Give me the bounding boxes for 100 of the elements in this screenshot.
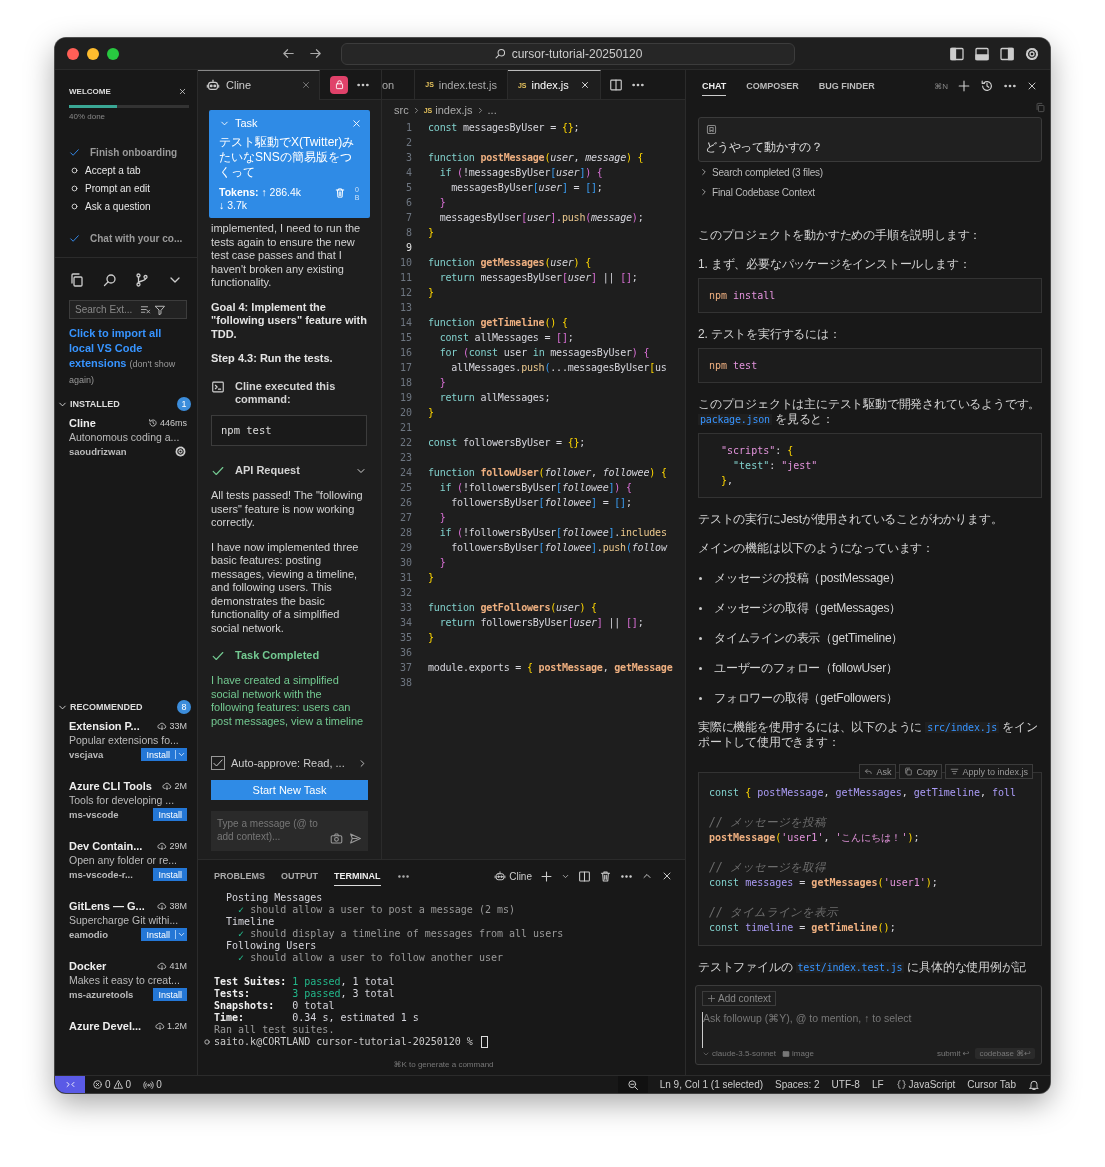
checkbox[interactable] <box>211 756 225 770</box>
terminal-name[interactable]: Cline <box>509 870 532 882</box>
inline-code[interactable]: test/index.test.js <box>795 962 905 973</box>
close-window-button[interactable] <box>67 47 79 60</box>
api-request-title[interactable]: API Request <box>235 464 345 478</box>
line-ending[interactable]: LF <box>871 1079 884 1090</box>
breadcrumb-item[interactable]: src <box>394 104 409 116</box>
chevron-icon[interactable] <box>699 187 709 197</box>
inline-code[interactable]: src/index.js <box>925 722 1000 733</box>
clear-filter-icon[interactable] <box>140 304 151 315</box>
minimize-window-button[interactable] <box>87 47 99 60</box>
code-action-button[interactable]: Ask <box>859 764 897 779</box>
section-header[interactable]: INSTALLED <box>70 399 175 409</box>
forward-arrow-icon[interactable] <box>308 46 323 61</box>
add-context-button[interactable]: Add context <box>702 991 776 1006</box>
code-action-button[interactable]: Copy <box>899 764 943 779</box>
extension-name[interactable]: Dev Contain... <box>69 840 156 852</box>
search-box[interactable]: Search Ext... <box>69 300 187 319</box>
chevron-icon[interactable] <box>699 167 709 177</box>
camera-icon[interactable] <box>330 832 343 845</box>
indentation[interactable]: Spaces: 2 <box>775 1079 820 1090</box>
lock-button[interactable] <box>330 75 348 94</box>
onboarding-step[interactable]: Finish onboarding <box>90 146 178 158</box>
settings-icon[interactable] <box>1024 45 1040 62</box>
breadcrumb-item[interactable]: ... <box>487 104 497 116</box>
send-icon[interactable] <box>349 832 362 845</box>
install-button[interactable]: Install <box>153 988 187 1001</box>
close-icon[interactable] <box>579 80 590 90</box>
explorer-icon[interactable] <box>69 272 85 288</box>
message-field[interactable]: Type a message (@ to add context)... <box>217 817 324 845</box>
encoding[interactable]: UTF-8 <box>831 1079 860 1090</box>
context-step[interactable]: Search completed (3 files) <box>712 164 823 180</box>
right-sidebar-icon[interactable] <box>999 45 1015 62</box>
remote-button[interactable] <box>55 1075 85 1093</box>
history-icon[interactable] <box>980 79 994 93</box>
search-field[interactable]: Search Ext... <box>73 304 137 315</box>
language-mode[interactable]: JavaScript <box>908 1079 956 1090</box>
chevron-right-icon[interactable] <box>357 757 368 769</box>
context-step[interactable]: Final Codebase Context <box>712 184 815 200</box>
import-link[interactable]: Click to import all local VS Code extensions (don't show again) <box>69 326 187 388</box>
close-icon[interactable] <box>661 870 673 882</box>
chat-tab[interactable]: BUG FINDER <box>818 77 875 95</box>
chat-tab[interactable]: COMPOSER <box>746 77 799 95</box>
extension-name[interactable]: Extension P... <box>69 720 156 732</box>
gear-icon[interactable] <box>174 445 187 458</box>
bell-icon[interactable] <box>1028 1078 1040 1091</box>
start-new-task-button[interactable]: Start New Task <box>211 780 368 800</box>
panel-tab[interactable]: PROBLEMS <box>214 867 265 885</box>
chat-tab[interactable]: CHAT <box>702 76 727 96</box>
zoom-window-button[interactable] <box>107 47 119 60</box>
extension-name[interactable]: Azure Devel... <box>69 1020 153 1032</box>
install-button[interactable]: Install <box>153 868 187 881</box>
left-sidebar-icon[interactable] <box>949 45 965 62</box>
back-arrow-icon[interactable] <box>281 46 296 61</box>
error-count[interactable]: 0 <box>105 1079 111 1090</box>
model-selector[interactable]: claude-3.5-sonnet <box>712 1049 777 1058</box>
plus-icon[interactable] <box>540 869 553 883</box>
onboarding-step[interactable]: Accept a tab <box>85 164 141 176</box>
panel-tab[interactable]: OUTPUT <box>281 867 318 885</box>
chat-input-box[interactable]: Add context Ask followup (⌘Y), @ to mention, ↑ to select claude-3.5-sonnet image submit ↩ codebase ⌘↩ <box>695 985 1042 1065</box>
image-button[interactable]: image <box>792 1049 814 1058</box>
extension-name[interactable]: GitLens — G... <box>69 900 156 912</box>
extension-name[interactable]: Azure CLI Tools <box>69 780 161 792</box>
cursor-tab-status[interactable]: Cursor Tab <box>967 1079 1016 1090</box>
cursor-position[interactable]: Ln 9, Col 1 (1 selected) <box>659 1079 764 1090</box>
file-tab[interactable]: on <box>382 70 416 99</box>
trash-icon[interactable] <box>599 869 612 883</box>
inline-code[interactable]: package.json <box>698 414 772 425</box>
onboarding-step[interactable]: Prompt an edit <box>85 182 151 194</box>
submit-button[interactable]: submit ↩ <box>936 1049 970 1058</box>
cline-tab[interactable]: Cline <box>198 69 320 100</box>
auto-approve-label[interactable]: Auto-approve: Read, ... <box>231 757 351 769</box>
zoom-icon[interactable] <box>626 1078 639 1091</box>
code-action-button[interactable]: Apply to index.js <box>945 764 1033 779</box>
install-button[interactable]: Install <box>141 748 187 761</box>
split-editor-icon[interactable] <box>608 77 623 92</box>
warning-count[interactable]: 0 <box>125 1079 132 1090</box>
ports-count[interactable]: 0 <box>156 1079 162 1090</box>
extension-name[interactable]: Docker <box>69 960 156 972</box>
message-box[interactable]: Type a message (@ to add context)... <box>211 811 368 851</box>
bottom-panel-icon[interactable] <box>974 45 990 62</box>
search-icon[interactable] <box>101 272 118 288</box>
install-button[interactable]: Install <box>153 808 187 821</box>
followup-field[interactable]: Ask followup (⌘Y), @ to mention, ↑ to select <box>702 1012 1035 1048</box>
command-center[interactable]: cursor-tutorial-20250120 <box>341 42 795 65</box>
split-terminal-icon[interactable] <box>578 869 591 883</box>
section-header[interactable]: RECOMMENDED <box>70 702 175 712</box>
plus-icon[interactable] <box>957 79 971 93</box>
source-control-icon[interactable] <box>134 272 151 288</box>
breadcrumb-item[interactable]: index.js <box>435 104 473 116</box>
command-title: Cline executed this command: <box>235 379 337 407</box>
panel-tab[interactable]: TERMINAL <box>334 866 381 886</box>
extension-name[interactable]: Cline <box>69 417 146 429</box>
extension-description: Autonomous coding a... <box>69 431 181 443</box>
install-button[interactable]: Install <box>141 928 187 941</box>
filter-icon[interactable] <box>154 303 166 316</box>
onboarding-step[interactable]: Ask a question <box>85 200 151 212</box>
close-icon[interactable] <box>1026 80 1038 92</box>
close-icon[interactable] <box>178 87 187 96</box>
onboarding-step[interactable]: Chat with your co... <box>90 232 183 244</box>
